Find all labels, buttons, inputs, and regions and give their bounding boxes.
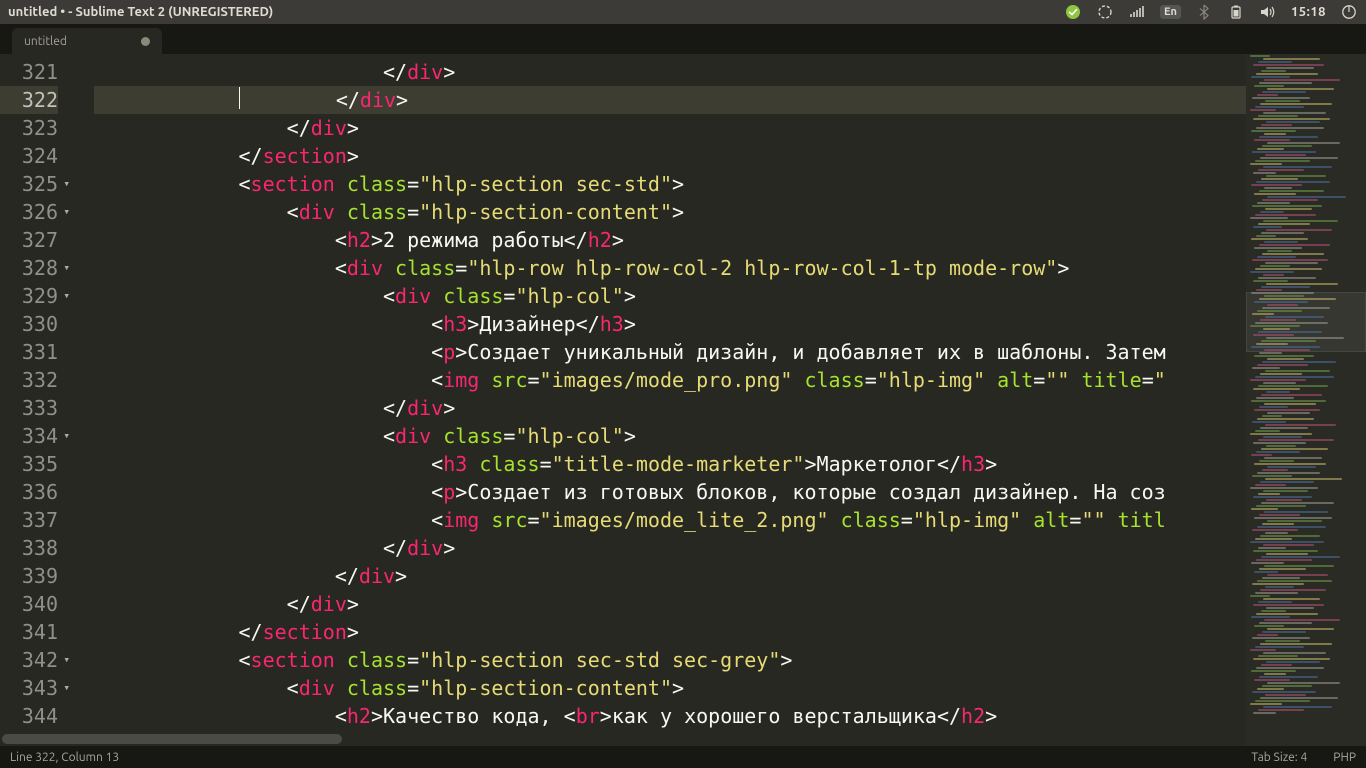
code-line[interactable]: </div> bbox=[94, 58, 1246, 86]
battery-icon[interactable] bbox=[1227, 3, 1245, 21]
activity-icon[interactable] bbox=[1096, 3, 1114, 21]
line-number[interactable]: 344 bbox=[0, 702, 58, 730]
keyboard-lang[interactable]: En bbox=[1160, 5, 1181, 19]
status-tab-size[interactable]: Tab Size: 4 bbox=[1251, 751, 1307, 764]
tab-untitled[interactable]: untitled bbox=[12, 28, 162, 54]
status-cursor-pos: Line 322, Column 13 bbox=[10, 751, 119, 764]
tab-label: untitled bbox=[24, 35, 67, 48]
code-line[interactable]: </div> bbox=[94, 562, 1246, 590]
window-title: untitled • - Sublime Text 2 (UNREGISTERE… bbox=[8, 5, 273, 19]
code-area[interactable]: </div> </div> </div> </section> <section… bbox=[74, 54, 1246, 746]
line-number[interactable]: 322 bbox=[0, 86, 58, 114]
os-menubar: untitled • - Sublime Text 2 (UNREGISTERE… bbox=[0, 0, 1366, 24]
code-line[interactable]: <h3>Дизайнер</h3> bbox=[94, 310, 1246, 338]
line-number[interactable]: 324 bbox=[0, 142, 58, 170]
line-number[interactable]: 326 bbox=[0, 198, 58, 226]
line-number[interactable]: 334 bbox=[0, 422, 58, 450]
volume-icon[interactable] bbox=[1259, 3, 1277, 21]
code-line[interactable]: </div> bbox=[94, 86, 1246, 114]
code-line[interactable]: </div> bbox=[94, 590, 1246, 618]
line-number[interactable]: 336 bbox=[0, 478, 58, 506]
line-number[interactable]: 331 bbox=[0, 338, 58, 366]
bluetooth-icon[interactable] bbox=[1195, 3, 1213, 21]
line-number[interactable]: 341 bbox=[0, 618, 58, 646]
tab-bar: untitled bbox=[0, 24, 1366, 54]
code-line[interactable]: <h2>Качество кода, <br>как у хорошего ве… bbox=[94, 702, 1246, 730]
minimap[interactable] bbox=[1246, 54, 1366, 746]
line-number[interactable]: 329 bbox=[0, 282, 58, 310]
code-line[interactable]: <div class="hlp-section-content"> bbox=[94, 198, 1246, 226]
line-number[interactable]: 340 bbox=[0, 590, 58, 618]
editor: 3213223233243253263273283293303313323333… bbox=[0, 54, 1366, 746]
line-number[interactable]: 321 bbox=[0, 58, 58, 86]
line-number[interactable]: 335 bbox=[0, 450, 58, 478]
system-tray: En 15:18 bbox=[1064, 3, 1358, 21]
line-gutter[interactable]: 3213223233243253263273283293303313323333… bbox=[0, 54, 74, 746]
line-number[interactable]: 323 bbox=[0, 114, 58, 142]
status-syntax[interactable]: PHP bbox=[1333, 751, 1356, 764]
line-number[interactable]: 338 bbox=[0, 534, 58, 562]
line-number[interactable]: 325 bbox=[0, 170, 58, 198]
line-number[interactable]: 332 bbox=[0, 366, 58, 394]
code-line[interactable]: <div class="hlp-section-content"> bbox=[94, 674, 1246, 702]
clock[interactable]: 15:18 bbox=[1291, 5, 1326, 19]
code-line[interactable]: <section class="hlp-section sec-std sec-… bbox=[94, 646, 1246, 674]
code-line[interactable]: <p>Создает уникальный дизайн, и добавляе… bbox=[94, 338, 1246, 366]
code-line[interactable]: </section> bbox=[94, 618, 1246, 646]
session-icon[interactable] bbox=[1340, 3, 1358, 21]
code-line[interactable]: <section class="hlp-section sec-std"> bbox=[94, 170, 1246, 198]
code-line[interactable]: <div class="hlp-col"> bbox=[94, 282, 1246, 310]
line-number[interactable]: 337 bbox=[0, 506, 58, 534]
line-number[interactable]: 328 bbox=[0, 254, 58, 282]
sync-ok-icon[interactable] bbox=[1064, 3, 1082, 21]
tab-dirty-indicator bbox=[141, 37, 150, 46]
code-line[interactable]: <h3 class="title-mode-marketer">Маркетол… bbox=[94, 450, 1246, 478]
code-line[interactable]: <div class="hlp-col"> bbox=[94, 422, 1246, 450]
network-icon[interactable] bbox=[1128, 3, 1146, 21]
code-line[interactable]: <img src="images/mode_lite_2.png" class=… bbox=[94, 506, 1246, 534]
horizontal-scrollbar[interactable] bbox=[0, 732, 1226, 746]
status-bar: Line 322, Column 13 Tab Size: 4 PHP bbox=[0, 746, 1366, 768]
horizontal-scrollbar-thumb[interactable] bbox=[2, 734, 342, 744]
line-number[interactable]: 342 bbox=[0, 646, 58, 674]
line-number[interactable]: 327 bbox=[0, 226, 58, 254]
code-line[interactable]: </div> bbox=[94, 394, 1246, 422]
line-number[interactable]: 343 bbox=[0, 674, 58, 702]
code-line[interactable]: </div> bbox=[94, 534, 1246, 562]
code-line[interactable]: <h2>2 режима работы</h2> bbox=[94, 226, 1246, 254]
code-line[interactable]: </section> bbox=[94, 142, 1246, 170]
code-line[interactable]: <div class="hlp-row hlp-row-col-2 hlp-ro… bbox=[94, 254, 1246, 282]
line-number[interactable]: 330 bbox=[0, 310, 58, 338]
code-line[interactable]: </div> bbox=[94, 114, 1246, 142]
code-line[interactable]: <p>Создает из готовых блоков, которые со… bbox=[94, 478, 1246, 506]
line-number[interactable]: 333 bbox=[0, 394, 58, 422]
line-number[interactable]: 339 bbox=[0, 562, 58, 590]
code-line[interactable]: <img src="images/mode_pro.png" class="hl… bbox=[94, 366, 1246, 394]
